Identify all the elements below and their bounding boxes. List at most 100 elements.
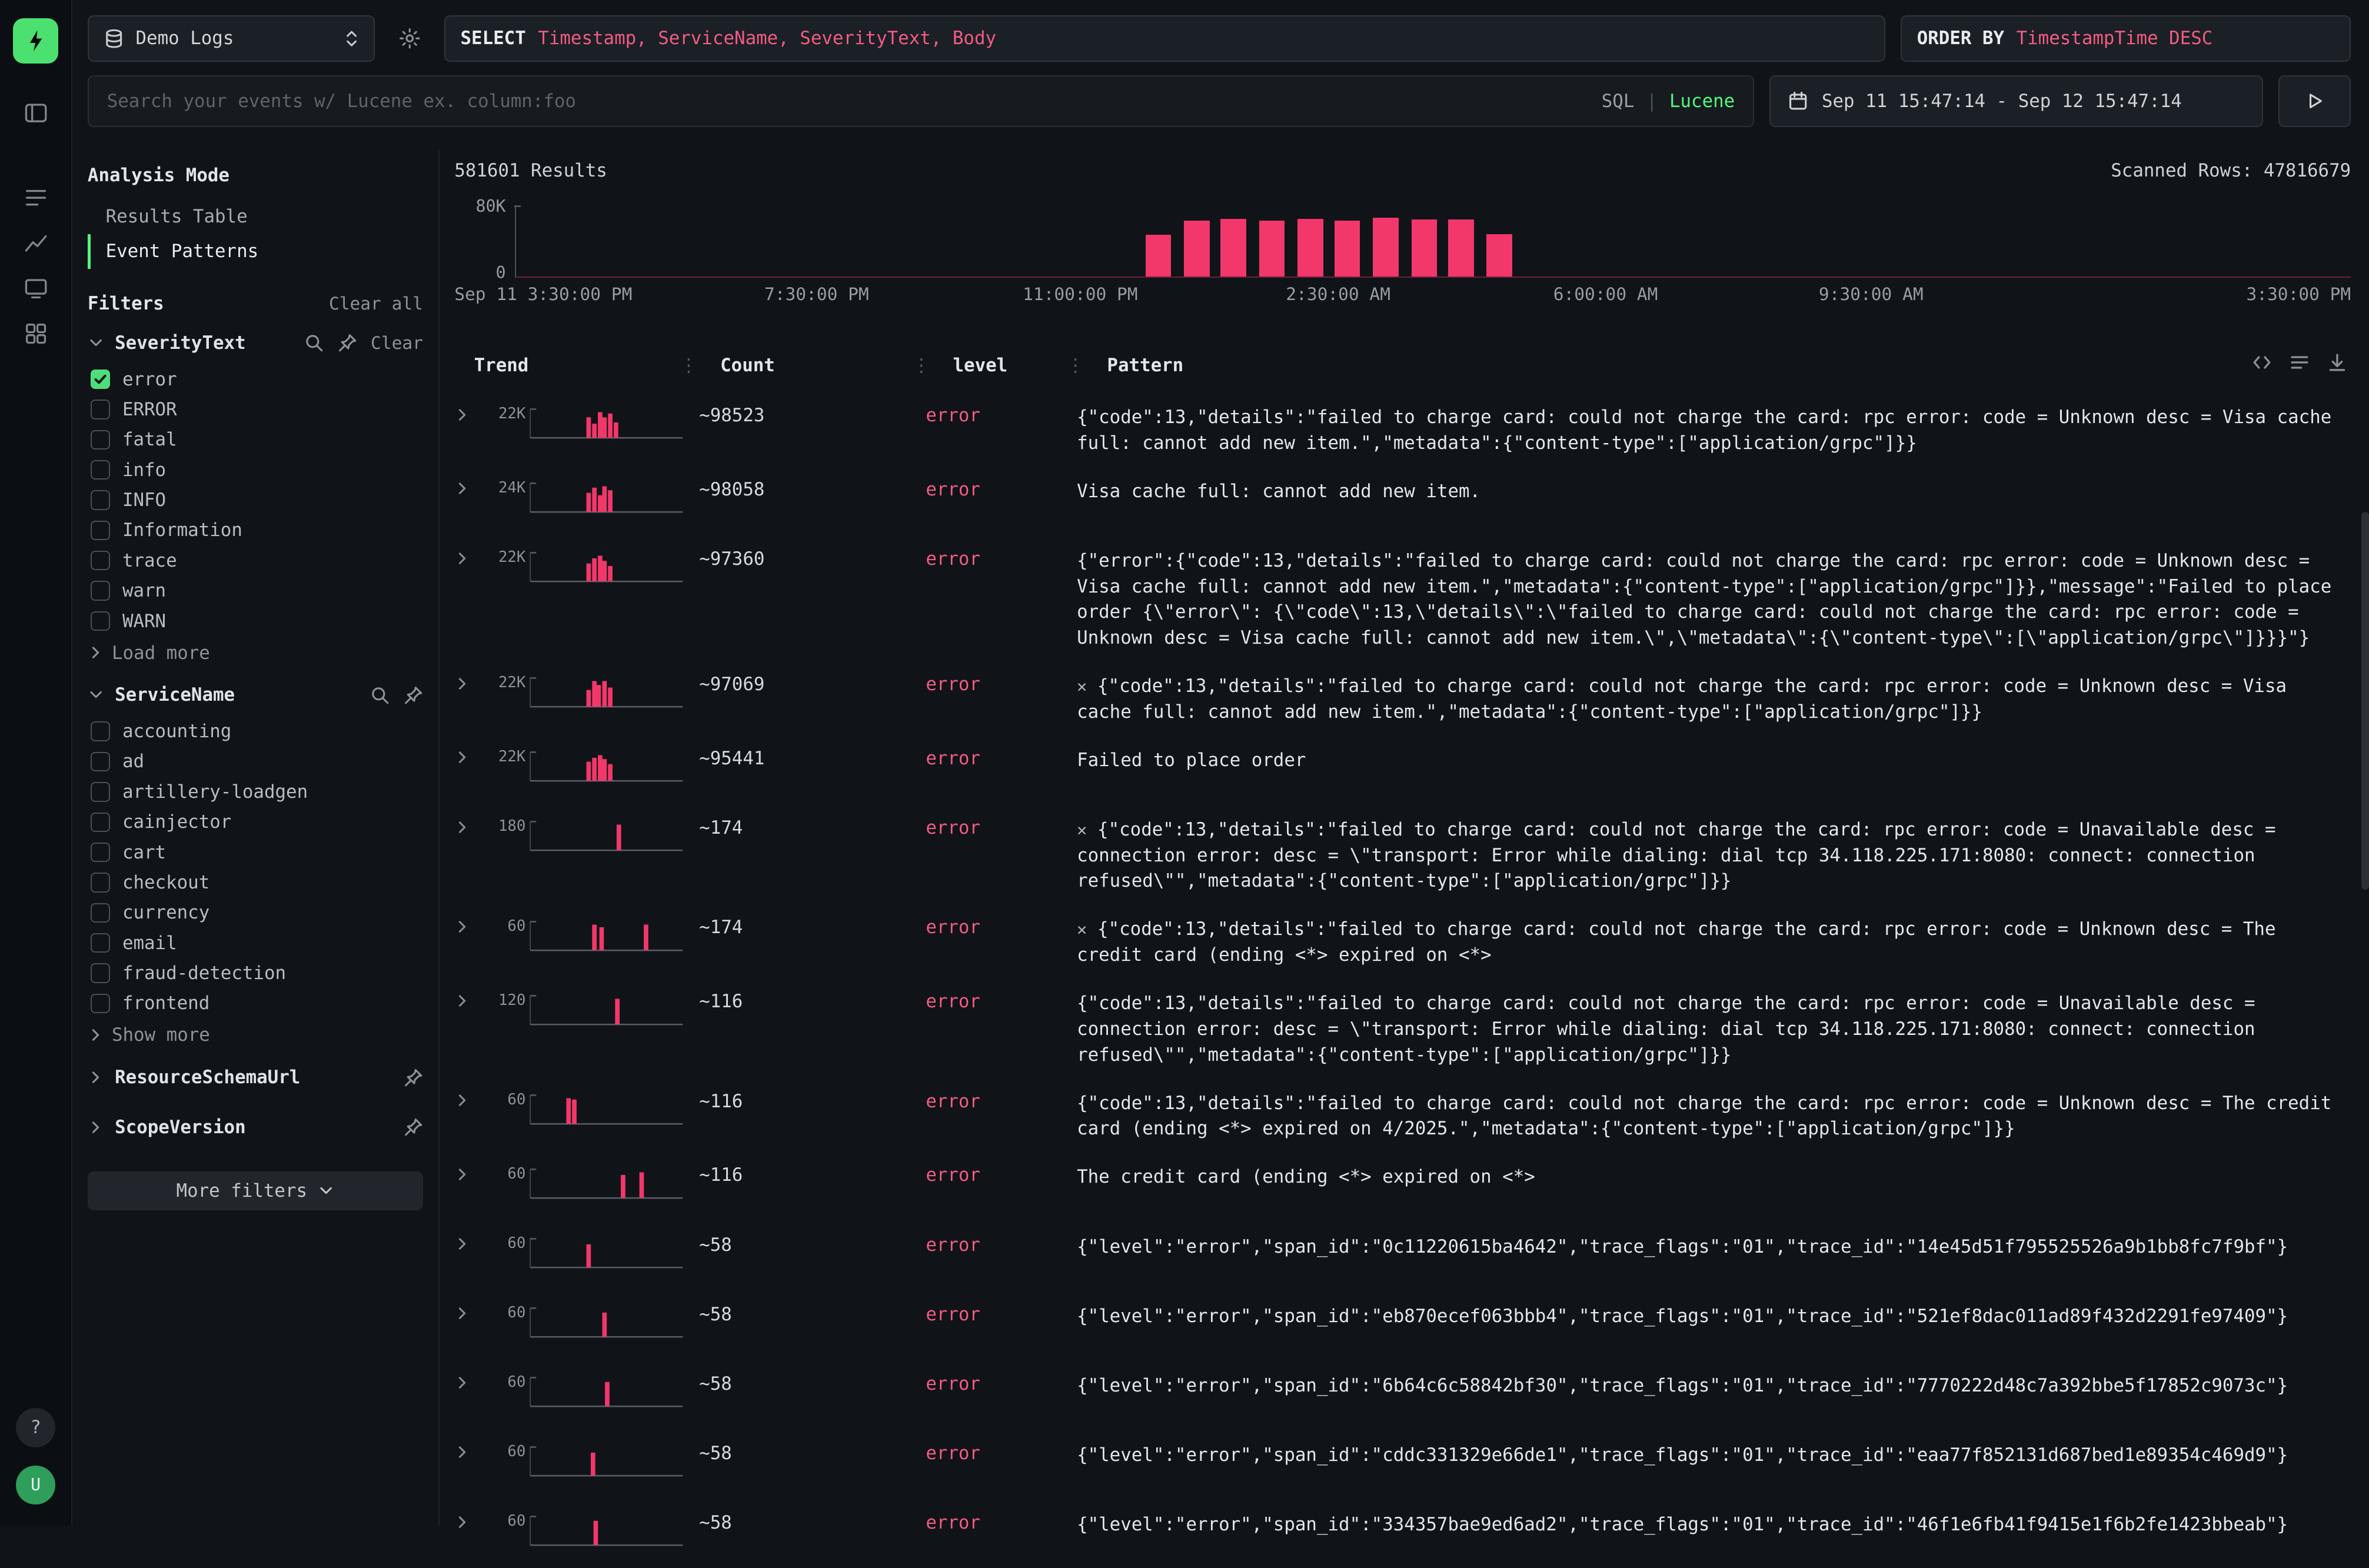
pattern-row[interactable]: 60~58error{"level":"error","span_id":"0c… <box>454 1220 2351 1290</box>
column-header-level[interactable]: ⋮level <box>911 355 1071 376</box>
pin-icon[interactable] <box>338 333 357 352</box>
analysis-mode-event-patterns[interactable]: Event Patterns <box>88 234 423 269</box>
filter-option-information[interactable]: Information <box>88 515 423 545</box>
pattern-row[interactable]: 60~58error{"level":"error","span_id":"eb… <box>454 1290 2351 1360</box>
checkbox[interactable] <box>91 994 110 1013</box>
filter-option-warn[interactable]: warn <box>88 575 423 605</box>
expand-row-chevron-icon[interactable] <box>454 1092 471 1108</box>
checkbox[interactable] <box>91 460 110 480</box>
histogram-bar[interactable] <box>1412 219 1438 277</box>
order-by-input[interactable]: ORDER BY TimestampTime DESC <box>1901 15 2351 62</box>
checkbox[interactable] <box>91 933 110 953</box>
dashboards-grid-icon[interactable] <box>10 311 61 357</box>
checkbox[interactable] <box>91 963 110 983</box>
checkbox[interactable] <box>91 581 110 600</box>
expand-row-chevron-icon[interactable] <box>454 407 471 423</box>
filter-group-name[interactable]: ScopeVersion <box>115 1117 246 1138</box>
expand-row-chevron-icon[interactable] <box>454 1236 471 1252</box>
checkbox[interactable] <box>91 430 110 450</box>
filter-option-cart[interactable]: cart <box>88 837 423 867</box>
column-header-trend[interactable]: Trend <box>454 355 687 376</box>
expand-row-chevron-icon[interactable] <box>454 819 471 835</box>
checkbox[interactable] <box>91 400 110 419</box>
filter-option-info[interactable]: INFO <box>88 485 423 515</box>
filter-option-fatal[interactable]: fatal <box>88 425 423 455</box>
filter-group-name[interactable]: SeverityText <box>115 332 246 354</box>
histogram-bar[interactable] <box>1335 221 1360 277</box>
expand-row-chevron-icon[interactable] <box>454 480 471 497</box>
expand-row-chevron-icon[interactable] <box>454 550 471 567</box>
filter-option-artillery-loadgen[interactable]: artillery-loadgen <box>88 777 423 807</box>
pattern-row[interactable]: 60~174error✕{"code":13,"details":"failed… <box>454 903 2351 977</box>
pattern-row[interactable]: 60~58error{"level":"error","span_id":"6b… <box>454 1360 2351 1429</box>
run-query-button[interactable] <box>2278 75 2351 126</box>
chevron-down-icon[interactable] <box>88 335 104 351</box>
pattern-row[interactable]: 60~116error{"code":13,"details":"failed … <box>454 1077 2351 1151</box>
histogram-bar[interactable] <box>1259 221 1285 277</box>
histogram-bar[interactable] <box>1486 234 1512 277</box>
checkbox[interactable] <box>91 782 110 801</box>
show-more-link[interactable]: Show more <box>88 1018 423 1048</box>
load-more-link[interactable]: Load more <box>88 636 423 666</box>
histogram-bar[interactable] <box>1373 218 1399 277</box>
checkbox[interactable] <box>91 873 110 892</box>
histogram-bar[interactable] <box>1184 221 1210 277</box>
checkbox[interactable] <box>91 721 110 741</box>
exclude-pattern-icon[interactable]: ✕ <box>1077 920 1087 939</box>
histogram-bar[interactable] <box>1220 219 1246 277</box>
clear-all-filters-link[interactable]: Clear all <box>329 294 423 314</box>
filter-option-cainjector[interactable]: cainjector <box>88 807 423 837</box>
checkbox[interactable] <box>91 752 110 771</box>
checkbox[interactable] <box>91 490 110 510</box>
chart-explorer-icon[interactable] <box>10 221 61 266</box>
pattern-row[interactable]: 180~174error✕{"code":13,"details":"faile… <box>454 804 2351 903</box>
pattern-row[interactable]: 22K~95441errorFailed to place order <box>454 734 2351 804</box>
expand-row-chevron-icon[interactable] <box>454 675 471 692</box>
language-lucene-option[interactable]: Lucene <box>1669 91 1735 112</box>
pattern-row[interactable]: 60~58error{"level":"error","span_id":"cd… <box>454 1429 2351 1499</box>
checkbox[interactable] <box>91 369 110 389</box>
expand-row-chevron-icon[interactable] <box>454 918 471 935</box>
filter-group-name[interactable]: ServiceName <box>115 684 235 705</box>
source-settings-button[interactable] <box>390 15 429 62</box>
checkbox[interactable] <box>91 843 110 862</box>
search-input[interactable] <box>107 91 1586 112</box>
filter-option-error[interactable]: error <box>88 364 423 394</box>
pattern-row[interactable]: 60~116errorThe credit card (ending <*> e… <box>454 1151 2351 1220</box>
clear-filter-link[interactable]: Clear <box>371 333 423 353</box>
filter-option-frontend[interactable]: frontend <box>88 988 423 1018</box>
pin-icon[interactable] <box>404 1068 423 1087</box>
chevron-right-icon[interactable] <box>88 1069 104 1086</box>
chevron-down-icon[interactable] <box>88 687 104 703</box>
histogram-bar[interactable] <box>1297 219 1323 277</box>
analysis-mode-results-table[interactable]: Results Table <box>88 199 423 234</box>
collapse-sidebar-icon[interactable] <box>10 91 61 136</box>
search-logs-icon[interactable] <box>10 175 61 221</box>
pattern-row[interactable]: 60~58error{"level":"error","span_id":"33… <box>454 1499 2351 1568</box>
more-filters-button[interactable]: More filters <box>88 1171 423 1211</box>
expand-row-chevron-icon[interactable] <box>454 1374 471 1391</box>
pin-icon[interactable] <box>404 685 423 705</box>
filter-option-error[interactable]: ERROR <box>88 394 423 424</box>
pin-icon[interactable] <box>404 1117 423 1137</box>
search-icon[interactable] <box>304 333 324 352</box>
filter-option-checkout[interactable]: checkout <box>88 867 423 897</box>
expand-row-chevron-icon[interactable] <box>454 1166 471 1183</box>
pattern-row[interactable]: 24K~98058errorVisa cache full: cannot ad… <box>454 465 2351 535</box>
checkbox[interactable] <box>91 551 110 570</box>
exclude-pattern-icon[interactable]: ✕ <box>1077 820 1087 840</box>
user-avatar[interactable]: U <box>16 1466 55 1505</box>
filter-option-info[interactable]: info <box>88 455 423 485</box>
filter-option-fraud-detection[interactable]: fraud-detection <box>88 958 423 988</box>
column-header-count[interactable]: ⋮Count <box>687 355 911 376</box>
pattern-row[interactable]: 22K~97360error{"error":{"code":13,"detai… <box>454 535 2351 660</box>
exclude-pattern-icon[interactable]: ✕ <box>1077 677 1087 696</box>
expand-row-chevron-icon[interactable] <box>454 1444 471 1460</box>
sql-query-input[interactable]: SELECT Timestamp, ServiceName, SeverityT… <box>444 15 1886 62</box>
pattern-row[interactable]: 22K~98523error{"code":13,"details":"fail… <box>454 391 2351 465</box>
filter-option-email[interactable]: email <box>88 928 423 958</box>
checkbox[interactable] <box>91 521 110 540</box>
histogram-bar[interactable] <box>1146 235 1172 277</box>
expand-row-chevron-icon[interactable] <box>454 1514 471 1530</box>
app-logo-icon[interactable] <box>13 18 58 64</box>
